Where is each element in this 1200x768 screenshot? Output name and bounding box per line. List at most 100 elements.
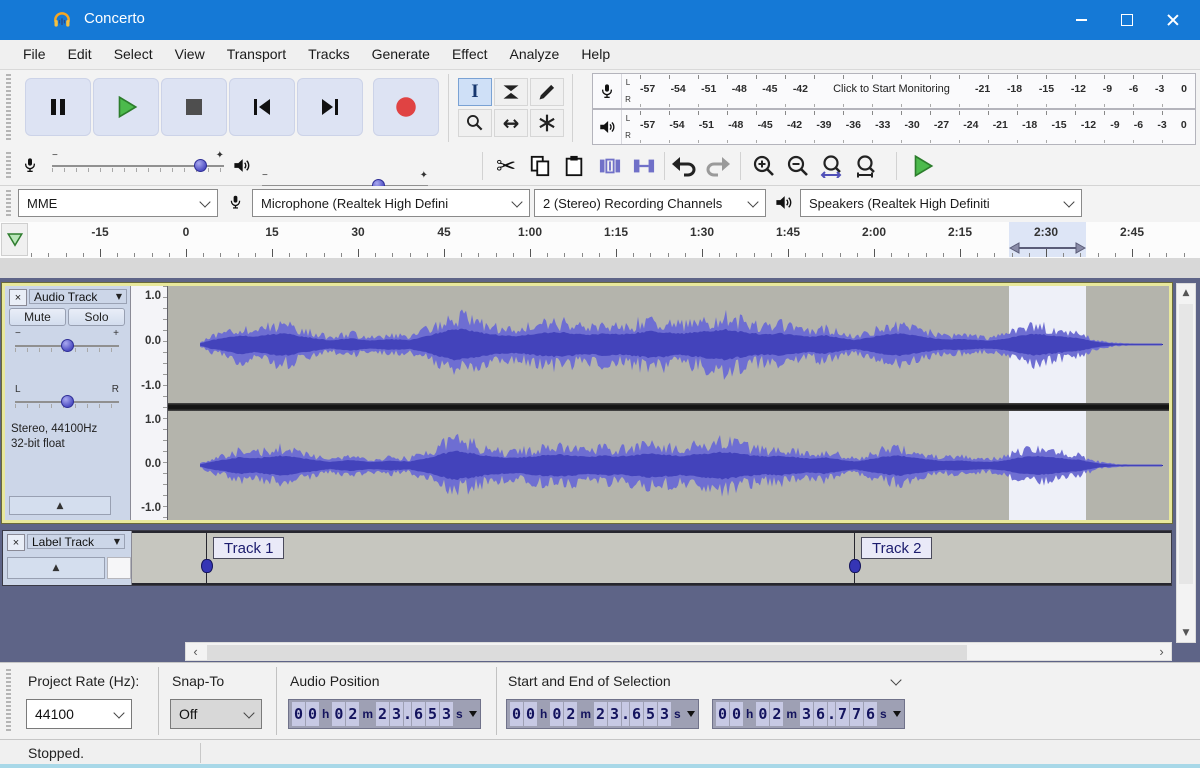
silence-audio-button[interactable] — [628, 150, 660, 182]
slider-thumb[interactable] — [61, 339, 74, 352]
label-box[interactable]: Track 1 — [213, 537, 284, 559]
selection-mode-dropdown[interactable]: Start and End of Selection — [508, 669, 900, 693]
track-close-button[interactable]: × — [7, 534, 25, 551]
track-collapse-button[interactable]: ▲ — [9, 496, 111, 515]
time-digit[interactable]: 7 — [836, 702, 849, 726]
waveform-channel-right[interactable] — [168, 411, 1169, 520]
mute-button[interactable]: Mute — [9, 308, 66, 326]
recording-meter-scale[interactable]: -57-54-51-48-45-42 Click to Start Monito… — [634, 74, 1195, 108]
draw-tool-button[interactable] — [530, 78, 564, 106]
pause-button[interactable] — [25, 78, 91, 136]
time-digit[interactable]: 2 — [564, 702, 577, 726]
copy-button[interactable] — [524, 150, 556, 182]
slider-thumb[interactable] — [61, 395, 74, 408]
time-digit[interactable]: 0 — [730, 702, 743, 726]
recording-channels-dropdown[interactable]: 2 (Stereo) Recording Channels — [534, 189, 766, 217]
gain-slider[interactable]: − + — [15, 336, 119, 356]
time-digit[interactable]: 2 — [376, 702, 389, 726]
waveform-area[interactable] — [168, 286, 1169, 520]
multi-tool-button[interactable] — [530, 109, 564, 137]
selection-tool-button[interactable]: I — [458, 78, 492, 106]
playback-device-dropdown[interactable]: Speakers (Realtek High Definiti — [800, 189, 1082, 217]
timeshift-tool-button[interactable]: ↔ — [494, 109, 528, 137]
time-digit[interactable]: 3 — [390, 702, 403, 726]
time-digit[interactable]: 3 — [608, 702, 621, 726]
menu-item-analyze[interactable]: Analyze — [499, 40, 571, 69]
scrub-strip[interactable] — [0, 258, 1200, 279]
fit-selection-button[interactable] — [816, 150, 848, 182]
undo-button[interactable] — [668, 150, 700, 182]
redo-button[interactable] — [702, 150, 734, 182]
maximize-button[interactable] — [1104, 0, 1150, 40]
time-digit[interactable]: 0 — [510, 702, 523, 726]
time-digit[interactable]: 6 — [814, 702, 827, 726]
record-button[interactable] — [373, 78, 439, 136]
play-button[interactable] — [93, 78, 159, 136]
time-digit[interactable]: 3 — [440, 702, 453, 726]
toolbar-grip[interactable] — [6, 152, 11, 180]
title-bar[interactable]: Concerto — [0, 0, 1200, 40]
horizontal-scrollbar[interactable]: ‹ › — [185, 642, 1172, 661]
close-button[interactable] — [1150, 0, 1196, 40]
trim-audio-button[interactable] — [594, 150, 626, 182]
playback-meter[interactable]: LR -57-54-51-48-45-42-39-36-33-30-27-24-… — [592, 109, 1196, 145]
time-digit[interactable]: 6 — [864, 702, 877, 726]
label-track[interactable]: × Label Track ▼ ▲ Track 1Track 2 — [2, 530, 1172, 586]
slider-thumb[interactable] — [194, 159, 207, 172]
label-stem[interactable] — [854, 533, 855, 583]
timeline-pin-button[interactable] — [1, 223, 28, 256]
scroll-right-icon[interactable]: › — [1152, 643, 1171, 660]
timeline-ruler[interactable]: -1501530451:001:151:301:452:002:152:302:… — [28, 222, 1196, 257]
vertical-scrollbar[interactable]: ▲ ▼ — [1176, 283, 1196, 643]
time-digit[interactable]: 2 — [346, 702, 359, 726]
menu-item-file[interactable]: File — [12, 40, 57, 69]
track-close-button[interactable]: × — [9, 289, 27, 306]
audio-position-field[interactable]: 00h02m23.653s — [288, 699, 481, 729]
time-digit[interactable]: . — [622, 702, 629, 726]
snap-to-dropdown[interactable]: Off — [170, 699, 262, 729]
selection-start-field[interactable]: 00h02m23.653s — [506, 699, 699, 729]
playback-meter-scale[interactable]: -57-54-51-48-45-42-39-36-33-30-27-24-21-… — [634, 110, 1195, 144]
zoom-tool-button[interactable] — [458, 109, 492, 137]
scroll-up-icon[interactable]: ▲ — [1177, 284, 1195, 302]
label-stem[interactable] — [206, 533, 207, 583]
track-title-dropdown[interactable]: Label Track ▼ — [27, 534, 125, 549]
spin-arrow-icon[interactable] — [687, 711, 695, 717]
recording-device-dropdown[interactable]: Microphone (Realtek High Defini — [252, 189, 530, 217]
recording-volume-slider[interactable]: −✦ — [52, 156, 224, 176]
toolbar-grip[interactable] — [6, 190, 11, 216]
scroll-down-icon[interactable]: ▼ — [1177, 624, 1195, 642]
paste-button[interactable] — [558, 150, 590, 182]
menu-item-effect[interactable]: Effect — [441, 40, 499, 69]
fit-project-button[interactable] — [850, 150, 882, 182]
time-digit[interactable]: 0 — [716, 702, 729, 726]
time-digit[interactable]: . — [404, 702, 411, 726]
audio-host-dropdown[interactable]: MME — [18, 189, 218, 217]
menu-item-tracks[interactable]: Tracks — [297, 40, 360, 69]
menu-item-help[interactable]: Help — [570, 40, 621, 69]
label-area[interactable]: Track 1Track 2 — [132, 531, 1171, 585]
time-digit[interactable]: 0 — [756, 702, 769, 726]
label-handle-icon[interactable] — [849, 559, 861, 573]
time-digit[interactable]: 6 — [630, 702, 643, 726]
spin-arrow-icon[interactable] — [893, 711, 901, 717]
time-digit[interactable]: 0 — [306, 702, 319, 726]
vertical-ruler[interactable]: 1.0 0.0 -1.0 1.0 0.0 -1.0 — [131, 286, 168, 520]
cut-button[interactable]: ✂ — [490, 150, 522, 182]
play-at-speed-button[interactable] — [906, 150, 938, 182]
toolbar-grip[interactable] — [6, 669, 11, 733]
time-digit[interactable]: 0 — [292, 702, 305, 726]
time-digit[interactable]: . — [828, 702, 835, 726]
time-digit[interactable]: 3 — [800, 702, 813, 726]
track-collapse-button[interactable]: ▲ — [7, 557, 105, 579]
waveform-channel-left[interactable] — [168, 286, 1169, 403]
audio-track[interactable]: × Audio Track ▼ Mute Solo − + L R — [2, 283, 1172, 523]
menu-item-view[interactable]: View — [164, 40, 216, 69]
envelope-tool-button[interactable] — [494, 78, 528, 106]
pan-slider[interactable]: L R — [15, 392, 119, 412]
skip-to-end-button[interactable] — [297, 78, 363, 136]
menu-item-select[interactable]: Select — [103, 40, 164, 69]
skip-to-start-button[interactable] — [229, 78, 295, 136]
solo-button[interactable]: Solo — [68, 308, 125, 326]
time-digit[interactable]: 3 — [658, 702, 671, 726]
